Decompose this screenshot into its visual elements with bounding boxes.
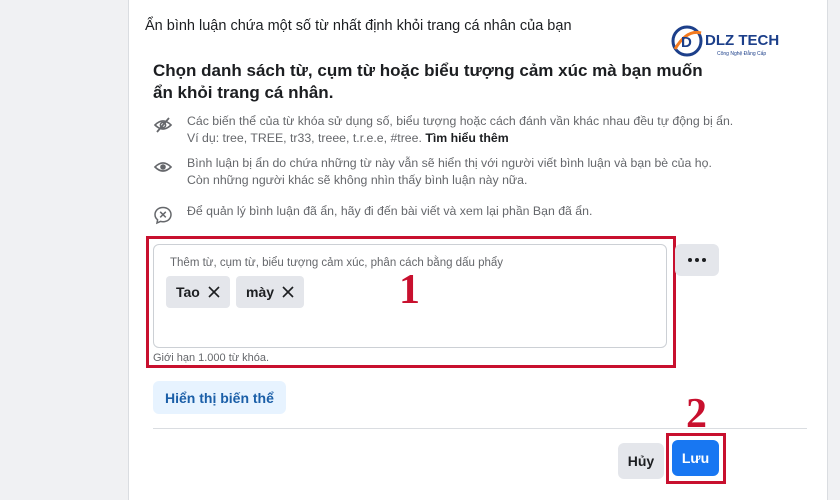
logo-brand-text: DLZ TECH [705,32,779,49]
keyword-chip-label: mày [246,284,275,300]
backdrop-right [828,0,840,500]
lead-text: Chọn danh sách từ, cụm từ hoặc biểu tượn… [153,61,703,102]
svg-text:D: D [681,34,692,51]
close-icon[interactable] [282,286,294,298]
step-annotation-2: 2 [686,391,707,437]
close-icon[interactable] [208,286,220,298]
keyword-chip-label: Tao [176,284,200,300]
hide-comments-dialog: Ẩn bình luận chứa một số từ nhất định kh… [128,0,828,500]
brand-logo: D DLZ TECH Công Nghệ Đẳng Cấp [671,25,779,57]
more-dots-icon [688,258,706,262]
info-variants-text: Các biến thể của từ khóa sử dụng số, biể… [187,113,735,147]
learn-more-link[interactable]: Tìm hiểu thêm [425,131,508,145]
info-visibility-text: Bình luận bị ẩn do chứa những từ này vẫn… [187,156,712,187]
info-row-visibility: Bình luận bị ẩn do chứa những từ này vẫn… [153,155,735,189]
info-row-manage: Để quản lý bình luận đã ẩn, hãy đi đến b… [153,203,735,225]
keyword-chip[interactable]: Tao [166,276,230,308]
eye-off-icon [153,117,173,133]
more-options-button[interactable] [675,244,719,276]
step-annotation-1: 1 [399,267,420,313]
footer-divider [153,428,807,429]
show-variants-button[interactable]: Hiển thị biến thể [153,381,286,414]
logo-tagline: Công Nghệ Đẳng Cấp [717,50,766,57]
comment-hidden-icon [154,206,172,225]
keyword-chip[interactable]: mày [236,276,305,308]
eye-icon [153,162,173,172]
info-manage-text: Để quản lý bình luận đã ẩn, hãy đi đến b… [187,204,593,218]
save-button[interactable]: Lưu [672,440,719,476]
cancel-button[interactable]: Hủy [618,443,664,479]
dialog-title: Ẩn bình luận chứa một số từ nhất định kh… [145,18,572,34]
backdrop-left [0,0,128,500]
info-row-variants: Các biến thể của từ khóa sử dụng số, biể… [153,113,735,147]
keyword-input-placeholder: Thêm từ, cụm từ, biểu tượng cảm xúc, phâ… [170,257,504,269]
keyword-limit-text: Giới hạn 1.000 từ khóa. [153,352,270,364]
